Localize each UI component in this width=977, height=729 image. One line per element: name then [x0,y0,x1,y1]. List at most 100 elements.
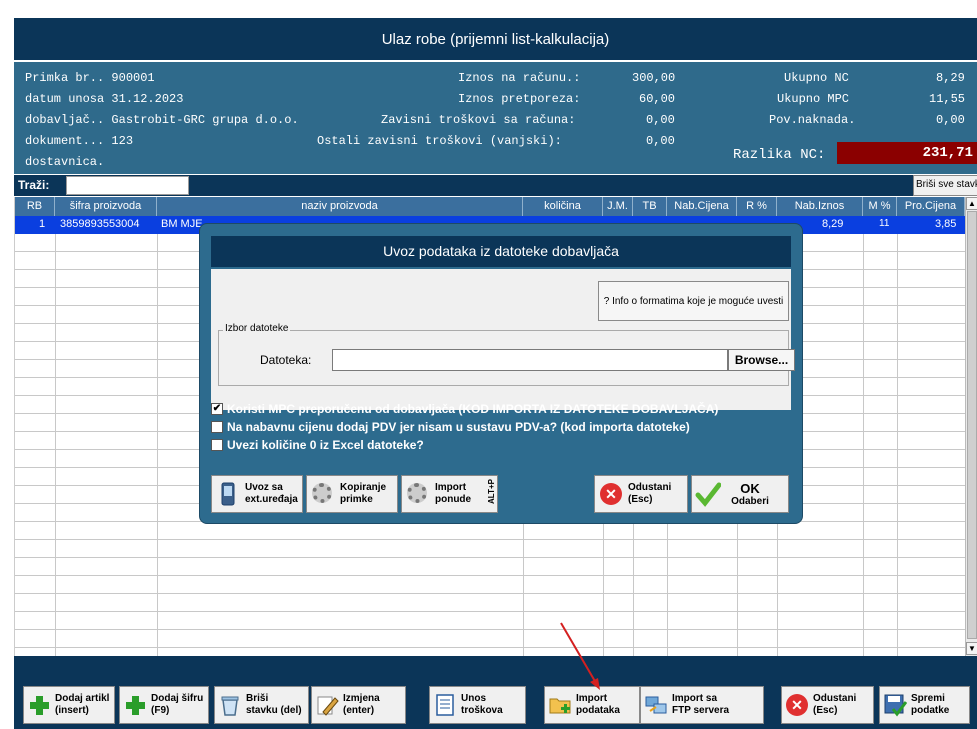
import-data-label: Import podataka [576,693,620,716]
column-header-name[interactable]: naziv proizvoda [157,197,523,216]
import-offer-label: Import ponude [435,482,472,505]
invoice-amount-label: Iznos na računu.: [458,71,581,85]
scroll-up-arrow-icon[interactable]: ▲ [966,197,977,210]
delete-item-label: Briši stavku (del) [246,693,302,716]
import-device-button[interactable]: Uvoz sa ext.uređaja [211,475,303,513]
checkbox-checked-icon[interactable]: ✔ [211,402,223,415]
total-nc-label: Ukupno NC [784,71,849,85]
total-mpc-value: 11,55 [929,92,966,106]
save-button[interactable]: Spremi podatke [879,686,970,724]
copy-primka-label: Kopiranje primke [340,482,387,505]
dialog-cancel-label: Odustani (Esc) [628,482,672,505]
folder-import-icon [548,693,572,717]
plus-icon [123,693,147,717]
search-input[interactable] [66,176,189,195]
gear-icon [310,481,336,507]
search-bar: Traži: Briši sve stavke [14,175,977,196]
add-item-label: Dodaj artikl (insert) [55,693,110,716]
dependent-costs-value: 0,00 [646,113,675,127]
checkbox-icon[interactable] [211,420,223,433]
cancel-button[interactable]: ✕ Odustani (Esc) [781,686,874,724]
import-zero-qty-checkbox[interactable]: Uvezi količine 0 iz Excel datoteke? [211,436,424,453]
cancel-icon: ✕ [598,481,624,507]
dialog-cancel-button[interactable]: ✕ Odustani (Esc) [594,475,688,513]
save-label: Spremi podatke [911,693,950,716]
add-vat-label: Na nabavnu cijenu dodaj PDV jer nisam u … [227,419,690,434]
bottom-toolbar: Dodaj artikl (insert) Dodaj šifru (F9) B… [14,656,977,729]
trash-icon [218,693,242,717]
scroll-thumb[interactable] [967,211,977,639]
column-header-unit[interactable]: J.M. [603,197,633,216]
cell-rb: 1 [39,218,46,230]
file-label: Datoteka: [260,353,312,367]
column-header-quantity[interactable]: količina [523,197,603,216]
ok-select-button[interactable]: OK Odaberi [691,475,789,513]
cell-m-percent: 11 [879,218,890,229]
import-ftp-button[interactable]: Import sa FTP servera [640,686,764,724]
cell-sale-price: 3,85 [935,218,957,230]
cancel-icon: ✕ [785,693,809,717]
entry-date: datum unosa 31.12.2023 [25,92,184,106]
cancel-label: Odustani (Esc) [813,693,857,716]
use-mpc-label: Koristi MPC preporučenu od dobavljača (K… [227,401,719,416]
document-icon [433,693,457,717]
return-fee-label: Pov.naknada. [769,113,856,127]
table-scrollbar[interactable]: ▲ ▼ [965,197,977,656]
checkbox-icon[interactable] [211,438,223,451]
browse-button[interactable]: Browse... [728,349,795,371]
column-header-r-percent[interactable]: R % [737,197,777,216]
search-label: Traži: [18,178,50,192]
network-icon [644,693,668,717]
dependent-costs-label: Zavisni troškovi sa računa: [381,113,576,127]
delete-item-button[interactable]: Briši stavku (del) [214,686,309,724]
difference-nc-value: 231,71 [837,142,977,164]
add-vat-checkbox[interactable]: Na nabavnu cijenu dodaj PDV jer nisam u … [211,418,690,435]
other-costs-label: Ostali zavisni troškovi (vanjski): [317,134,562,148]
file-path-input[interactable] [332,349,728,371]
column-header-purchase-price[interactable]: Nab.Cijena [667,197,737,216]
file-group-title: Izbor datoteke [223,323,291,334]
copy-primka-button[interactable]: Kopiranje primke [306,475,398,513]
dialog-panel: ? Info o formatima koje je moguće uvesti… [211,269,795,410]
dialog-title: Uvoz podataka iz datoteke dobavljača [211,236,791,267]
add-item-button[interactable]: Dodaj artikl (insert) [23,686,115,724]
scroll-down-arrow-icon[interactable]: ▼ [966,642,977,655]
document-info-panel: Primka br.. 900001 datum unosa 31.12.202… [14,62,977,174]
column-header-sale-price[interactable]: Pro.Cijena [897,197,965,216]
other-costs-value: 0,00 [646,134,675,148]
delete-all-items-button[interactable]: Briši sve stavke [913,175,977,196]
add-code-label: Dodaj šifru (F9) [151,693,204,716]
document-number: dokument... 123 [25,134,134,148]
pencil-icon [315,693,339,717]
input-tax-label: Iznos pretporeza: [458,92,581,106]
cell-name: BM MJE [161,218,203,230]
save-icon [883,693,908,717]
total-nc-value: 8,29 [936,71,965,85]
difference-nc-label: Razlika NC: [733,147,826,163]
column-header-rb[interactable]: RB [15,197,55,216]
edit-item-label: Izmjena (enter) [343,693,380,716]
use-mpc-checkbox[interactable]: ✔ Koristi MPC preporučenu od dobavljača … [211,400,718,417]
device-icon [215,481,241,507]
enter-costs-button[interactable]: Unos troškova [429,686,526,724]
primka-number: Primka br.. 900001 [25,71,155,85]
add-code-button[interactable]: Dodaj šifru (F9) [119,686,209,724]
supplier: dobavljač.. Gastrobit-GRC grupa d.o.o. [25,113,299,127]
import-device-label: Uvoz sa ext.uređaja [245,482,298,505]
cell-purchase-amount: 8,29 [822,218,844,230]
invoice-amount-value: 300,00 [632,71,676,85]
total-mpc-label: Ukupno MPC [777,92,850,106]
import-data-button[interactable]: Import podataka [544,686,640,724]
import-offer-button[interactable]: Import ponude ALT+P [401,475,498,513]
format-info-button[interactable]: ? Info o formatima koje je moguće uvesti [598,281,789,321]
file-selection-group: Izbor datoteke Datoteka: Browse... [218,323,795,386]
gear-icon [405,481,431,507]
column-header-code[interactable]: šifra proizvoda [55,197,157,216]
column-header-m-percent[interactable]: M % [863,197,897,216]
column-header-purchase-amount[interactable]: Nab.Iznos [777,197,863,216]
edit-item-button[interactable]: Izmjena (enter) [311,686,406,724]
plus-icon [27,693,51,717]
input-tax-value: 60,00 [639,92,676,106]
column-header-tb[interactable]: TB [633,197,667,216]
delivery-note: dostavnica. [25,155,105,169]
